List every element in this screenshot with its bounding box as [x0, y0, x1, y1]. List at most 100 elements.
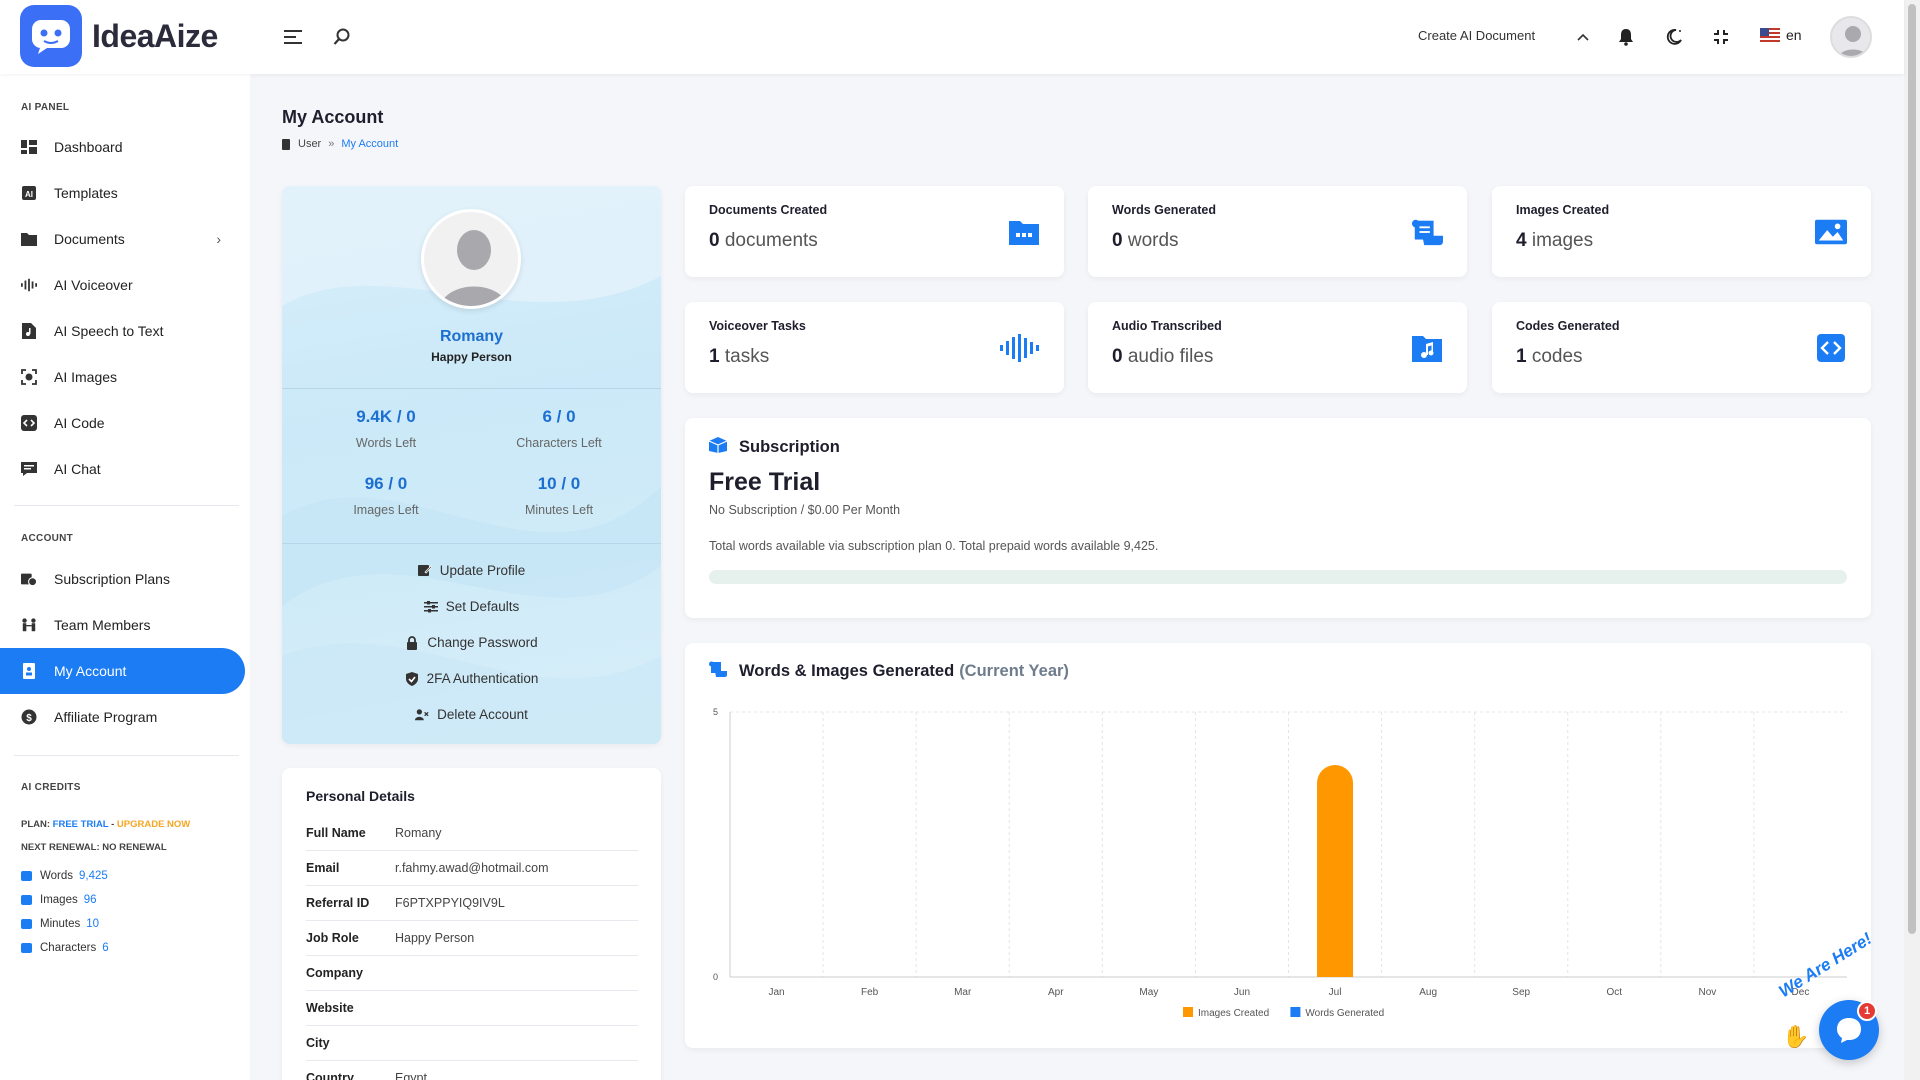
update-profile-link[interactable]: Update Profile	[282, 563, 661, 578]
detail-key: Full Name	[306, 826, 366, 840]
stat-card-number: 1	[709, 346, 720, 367]
change-password-link[interactable]: Change Password	[282, 635, 661, 650]
fullscreen-exit-icon[interactable]	[1709, 25, 1733, 49]
sidebar-item-label: AI Speech to Text	[54, 323, 164, 339]
stat-card-unit: images	[1531, 230, 1594, 251]
sidebar-item-team-members[interactable]: Team Members	[0, 602, 245, 648]
stat-words-left: 9.4K / 0 Words Left	[301, 407, 471, 450]
stat-card-number: 1	[1516, 346, 1527, 367]
subscription-price: No Subscription / $0.00 Per Month	[709, 503, 901, 517]
subscription-progress-bar	[709, 570, 1847, 584]
detail-row: Website	[306, 991, 638, 1026]
sidebar-item-dashboard[interactable]: Dashboard	[0, 124, 245, 170]
subscription-description: Total words available via subscription p…	[709, 539, 1159, 553]
plan-name: FREE TRIAL	[52, 819, 109, 830]
legend-label: Images Created	[1198, 1008, 1269, 1019]
subscription-title: Subscription	[739, 438, 840, 456]
words-images-chart-card: Words & Images Generated (Current Year) …	[685, 643, 1871, 1048]
stat-card-unit: tasks	[724, 346, 770, 367]
search-icon[interactable]	[330, 25, 354, 49]
x-tick-label: Oct	[1607, 987, 1623, 998]
sidebar-item-ai-voiceover[interactable]: AI Voiceover	[0, 262, 245, 308]
speech-icon	[21, 323, 37, 339]
create-ai-document-button[interactable]: Create AI Document	[1418, 28, 1535, 43]
ai-panel-heading: AI PANEL	[21, 102, 70, 113]
sidebar-item-label: Documents	[54, 231, 125, 247]
profile-avatar[interactable]	[421, 209, 521, 309]
menu-toggle-icon[interactable]	[281, 25, 305, 49]
page-scrollbar[interactable]	[1904, 0, 1920, 1080]
plan-prefix: PLAN:	[21, 819, 51, 830]
svg-text:AI: AI	[25, 190, 33, 199]
user-badge-icon	[282, 138, 290, 150]
credit-label: Words	[40, 870, 74, 882]
sidebar-item-documents[interactable]: Documents ›	[0, 216, 245, 262]
credit-images: Images 96	[21, 894, 97, 906]
2fa-authentication-link[interactable]: 2FA Authentication	[282, 671, 661, 686]
sidebar-item-label: My Account	[54, 663, 127, 679]
y-tick-label: 5	[713, 707, 718, 717]
link-label: 2FA Authentication	[426, 671, 539, 686]
bar-base	[1317, 957, 1354, 977]
sidebar-item-templates[interactable]: AI Templates	[0, 170, 245, 216]
music-folder-icon	[1411, 334, 1443, 362]
sidebar-item-my-account[interactable]: My Account	[0, 648, 245, 694]
stat-card-unit: documents	[724, 230, 818, 251]
detail-value: r.fahmy.awad@hotmail.com	[395, 861, 549, 875]
templates-icon: AI	[21, 185, 37, 201]
words-credit-icon	[21, 871, 32, 881]
language-selector[interactable]: en	[1760, 27, 1802, 43]
delete-account-link[interactable]: Delete Account	[282, 707, 661, 722]
stat-card-title: Codes Generated	[1516, 319, 1620, 333]
sidebar-divider	[14, 505, 239, 506]
stat-value: 9.4K / 0	[356, 407, 416, 426]
upgrade-now-link[interactable]: UPGRADE NOW	[117, 819, 190, 830]
credit-value: 9,425	[79, 870, 108, 882]
stat-card-number: 0	[1112, 230, 1123, 251]
breadcrumb-root[interactable]: User	[298, 138, 321, 150]
credit-words: Words 9,425	[21, 870, 108, 882]
stat-card-number: 0	[1112, 346, 1123, 367]
detail-row: Country Egypt	[306, 1061, 638, 1080]
sidebar-item-affiliate-program[interactable]: $ Affiliate Program	[0, 694, 245, 740]
app-logo[interactable]: IdeaAize	[20, 5, 218, 67]
scrollbar-thumb[interactable]	[1908, 4, 1916, 934]
link-label: Set Defaults	[445, 599, 520, 614]
sidebar-divider	[14, 755, 239, 756]
detail-key: Job Role	[306, 931, 359, 945]
detail-row: Referral ID F6PTXPPYIQ9IV9L	[306, 886, 638, 921]
sidebar-item-ai-code[interactable]: AI Code	[0, 400, 245, 446]
x-tick-label: Jul	[1329, 987, 1342, 998]
sidebar-item-label: AI Images	[54, 369, 118, 385]
set-defaults-link[interactable]: Set Defaults	[282, 599, 661, 614]
voiceover-icon	[21, 277, 37, 293]
subscription-plan-name: Free Trial	[709, 468, 821, 496]
user-remove-icon	[415, 708, 429, 722]
sidebar-item-ai-images[interactable]: AI Images	[0, 354, 245, 400]
language-code: en	[1786, 27, 1802, 43]
detail-value: Romany	[395, 826, 442, 840]
user-avatar[interactable]	[1830, 16, 1872, 58]
plan-separator: -	[108, 819, 117, 830]
minutes-credit-icon	[21, 919, 32, 929]
detail-key: Referral ID	[306, 896, 370, 910]
x-tick-label: Nov	[1698, 987, 1716, 998]
images-icon	[21, 369, 37, 385]
detail-row: Full Name Romany	[306, 816, 638, 851]
code-icon	[21, 415, 37, 431]
waving-hand-icon: ✋	[1782, 1024, 1810, 1049]
code-box-icon	[1815, 334, 1847, 362]
chat-icon	[21, 461, 37, 477]
personal-details-title: Personal Details	[306, 788, 415, 804]
credit-label: Images	[40, 894, 78, 906]
link-label: Change Password	[427, 635, 538, 650]
notification-bell-icon[interactable]	[1614, 25, 1638, 49]
sidebar-item-subscription-plans[interactable]: Subscription Plans	[0, 556, 245, 602]
documents-icon	[21, 231, 37, 247]
sidebar-item-ai-speech-to-text[interactable]: AI Speech to Text	[0, 308, 245, 354]
stat-label: Words Left	[355, 436, 417, 450]
stat-value: 96 / 0	[364, 474, 408, 493]
dark-mode-icon[interactable]	[1662, 25, 1686, 49]
chevron-up-icon[interactable]	[1571, 25, 1595, 49]
sidebar-item-ai-chat[interactable]: AI Chat	[0, 446, 245, 492]
